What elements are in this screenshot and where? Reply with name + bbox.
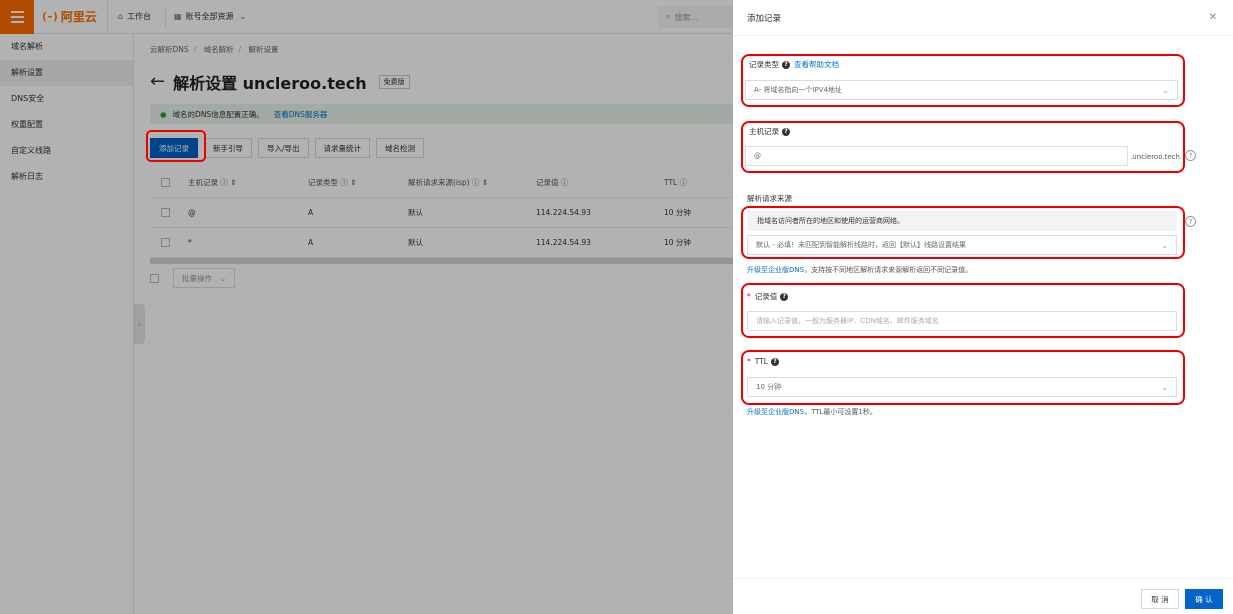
isp-hint-text: ，支持按不同地区解析请求来源解析返回不同记录值。 — [804, 266, 973, 274]
upgrade-enterprise-link[interactable]: 升级至企业版DNS — [747, 408, 804, 416]
highlight-ttl — [741, 350, 1185, 405]
ttl-hint: 升级至企业版DNS，TTL最小可设置1秒。 — [747, 407, 877, 417]
highlight-isp-source — [741, 206, 1185, 259]
highlight-record-type — [741, 54, 1185, 107]
upgrade-enterprise-link[interactable]: 升级至企业版DNS — [747, 266, 804, 274]
confirm-button[interactable]: 确 认 — [1185, 589, 1223, 609]
question-circle-icon[interactable]: ? — [1185, 216, 1196, 227]
highlight-add-record — [146, 130, 206, 162]
highlight-host-record — [741, 121, 1185, 173]
add-record-drawer: 添加记录 ✕ 记录类型 ? 查看帮助文档 A- 将域名指向一个IPV4地址 ⌄ … — [733, 0, 1233, 614]
modal-backdrop[interactable] — [0, 0, 733, 614]
cancel-button[interactable]: 取 消 — [1141, 589, 1179, 609]
close-icon[interactable]: ✕ — [1209, 12, 1217, 23]
drawer-title: 添加记录 — [733, 0, 1233, 36]
drawer-footer: 取 消 确 认 — [733, 578, 1233, 614]
isp-source-label: 解析请求来源 — [747, 194, 792, 203]
ttl-hint-text: ，TTL最小可设置1秒。 — [804, 408, 877, 416]
question-circle-icon[interactable]: ? — [1185, 150, 1196, 161]
isp-hint: 升级至企业版DNS，支持按不同地区解析请求来源解析返回不同记录值。 — [747, 265, 972, 275]
highlight-record-value — [741, 283, 1185, 338]
